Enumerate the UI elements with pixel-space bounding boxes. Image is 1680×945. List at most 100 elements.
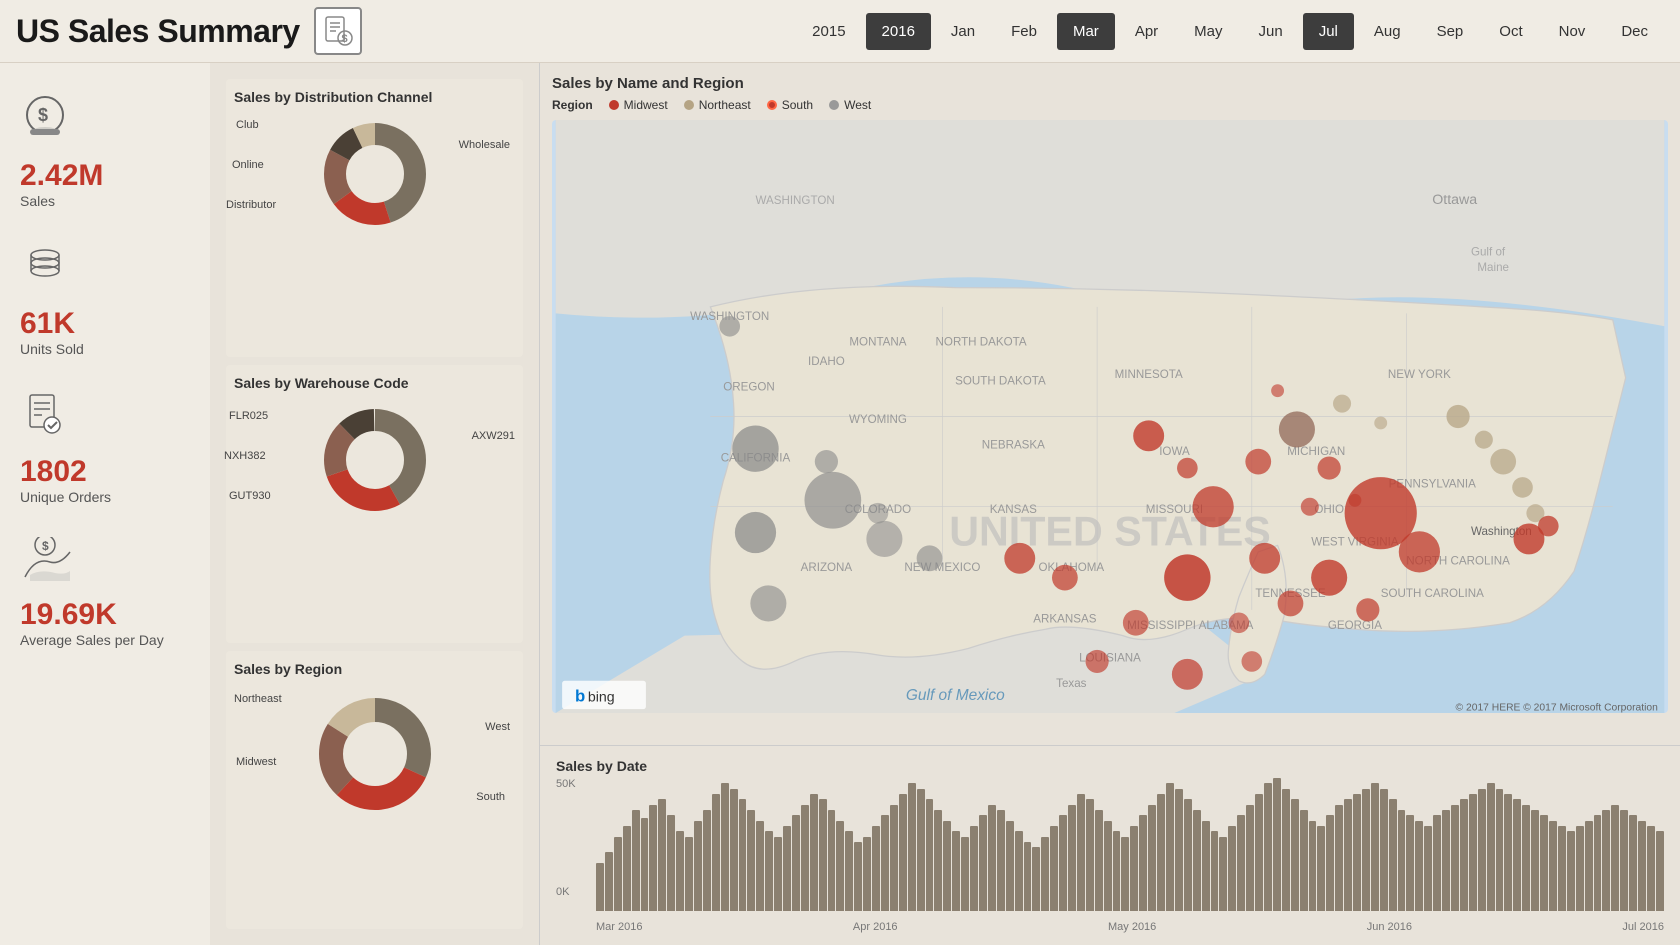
month-mar-button[interactable]: Mar: [1057, 13, 1115, 50]
midwest-legend-label: Midwest: [624, 98, 668, 112]
year-2016-button[interactable]: 2016: [866, 13, 931, 50]
bar: [1300, 810, 1308, 911]
bar: [605, 852, 613, 911]
map-title: Sales by Name and Region: [552, 75, 1668, 92]
bar: [774, 837, 782, 911]
bar: [1344, 799, 1352, 911]
region-chart: Sales by Region Northeast Midwest West S…: [226, 651, 523, 929]
bar: [765, 831, 773, 911]
svg-text:ARKANSAS: ARKANSAS: [1033, 613, 1096, 626]
month-oct-button[interactable]: Oct: [1483, 13, 1538, 50]
svg-text:© 2017 HERE © 2017 Microsoft C: © 2017 HERE © 2017 Microsoft Corporation: [1456, 702, 1659, 713]
west-dot: [829, 100, 839, 110]
bar: [730, 789, 738, 911]
bar: [658, 799, 666, 911]
south-label: South: [476, 791, 505, 803]
month-apr-button[interactable]: Apr: [1119, 13, 1174, 50]
month-jul-button[interactable]: Jul: [1303, 13, 1354, 50]
month-aug-button[interactable]: Aug: [1358, 13, 1417, 50]
x-label-apr: Apr 2016: [853, 921, 898, 933]
south-legend-label: South: [782, 98, 813, 112]
svg-text:SOUTH CAROLINA: SOUTH CAROLINA: [1381, 587, 1484, 600]
northeast-label: Northeast: [234, 693, 282, 705]
online-label: Online: [232, 159, 264, 171]
sidebar: $ 2.42M Sales 61K Units Sold: [0, 63, 210, 945]
bar: [863, 837, 871, 911]
bar: [1309, 821, 1317, 911]
bar: [1380, 789, 1388, 911]
avg-sales-icon: $: [20, 537, 75, 592]
bar: [810, 794, 818, 911]
bar: [1139, 815, 1147, 911]
month-nov-button[interactable]: Nov: [1543, 13, 1602, 50]
axw291-label: AXW291: [472, 430, 515, 442]
bar: [997, 810, 1005, 911]
y-min: 0K: [556, 886, 591, 898]
bar: [1175, 789, 1183, 911]
bar: [1513, 799, 1521, 911]
svg-text:Maine: Maine: [1477, 261, 1509, 274]
bar: [623, 826, 631, 911]
month-feb-button[interactable]: Feb: [995, 13, 1053, 50]
svg-text:NEW YORK: NEW YORK: [1388, 368, 1451, 381]
sales-icon: $: [20, 93, 70, 153]
bar: [801, 805, 809, 911]
west-label: West: [485, 721, 510, 733]
bar: [1157, 794, 1165, 911]
bar: [1113, 831, 1121, 911]
svg-text:WYOMING: WYOMING: [849, 413, 907, 426]
bar: [1585, 821, 1593, 911]
legend-midwest: Midwest: [609, 98, 668, 112]
month-jan-button[interactable]: Jan: [935, 13, 991, 50]
month-dec-button[interactable]: Dec: [1605, 13, 1664, 50]
bar: [1540, 815, 1548, 911]
bar: [1353, 794, 1361, 911]
y-max: 50K: [556, 778, 591, 790]
bar: [1335, 805, 1343, 911]
midwest-label: Midwest: [236, 756, 276, 768]
bar: [1246, 805, 1254, 911]
bar: [1433, 815, 1441, 911]
bar: [756, 821, 764, 911]
month-jun-button[interactable]: Jun: [1243, 13, 1299, 50]
bar: [1317, 826, 1325, 911]
units-value: 61K: [20, 307, 75, 341]
month-sep-button[interactable]: Sep: [1421, 13, 1480, 50]
year-2015-button[interactable]: 2015: [796, 13, 861, 50]
avg-sales-label: Average Sales per Day: [20, 632, 164, 648]
region-legend-label: Region: [552, 98, 593, 112]
month-may-button[interactable]: May: [1178, 13, 1238, 50]
warehouse-title: Sales by Warehouse Code: [234, 375, 515, 391]
units-label: Units Sold: [20, 341, 84, 357]
bar: [828, 810, 836, 911]
bar: [1629, 815, 1637, 911]
bar: [703, 810, 711, 911]
bar: [1237, 815, 1245, 911]
bar: [917, 789, 925, 911]
bar: [721, 783, 729, 911]
bar: [1104, 821, 1112, 911]
bar: [1594, 815, 1602, 911]
svg-text:ARIZONA: ARIZONA: [801, 561, 853, 574]
legend-south: South: [767, 98, 813, 112]
svg-text:Gulf of Mexico: Gulf of Mexico: [906, 687, 1005, 704]
bar: [845, 831, 853, 911]
legend-northeast: Northeast: [684, 98, 751, 112]
svg-text:$: $: [341, 33, 347, 45]
bar: [881, 815, 889, 911]
svg-text:Ottawa: Ottawa: [1432, 192, 1477, 208]
bar: [988, 805, 996, 911]
bar: [667, 815, 675, 911]
svg-text:bing: bing: [588, 689, 615, 705]
bar: [1478, 789, 1486, 911]
bar: [694, 821, 702, 911]
bar: [1558, 826, 1566, 911]
bar: [890, 805, 898, 911]
x-label-may: May 2016: [1108, 921, 1156, 933]
nxh382-label: NXH382: [224, 450, 266, 462]
bar: [632, 810, 640, 911]
bar: [1406, 815, 1414, 911]
bar: [934, 810, 942, 911]
warehouse-donut: [315, 400, 435, 520]
kpi-avg-sales: $ 19.69K Average Sales per Day: [20, 537, 190, 648]
